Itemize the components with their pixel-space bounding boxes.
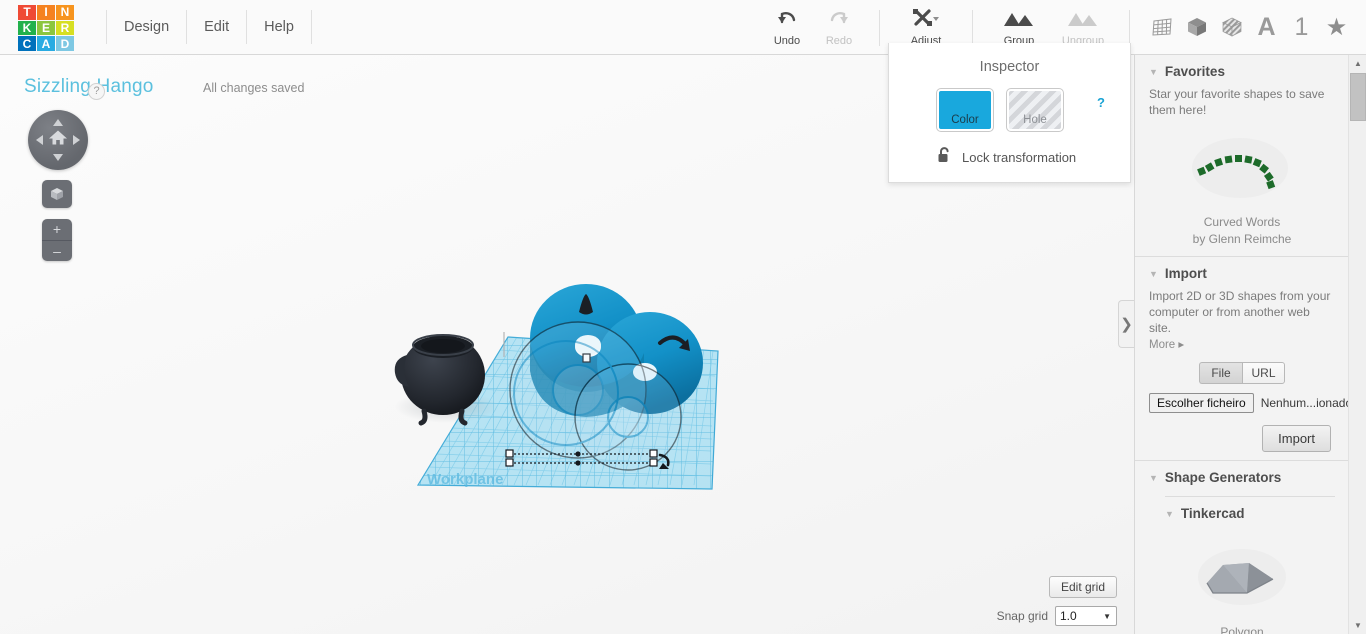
polygon-icon [1198, 549, 1286, 605]
selection-handle[interactable] [505, 458, 514, 467]
caret-down-icon: ▼ [1149, 268, 1158, 279]
import-tab-url[interactable]: URL [1242, 362, 1285, 384]
lock-transformation-row[interactable]: Lock transformation [889, 146, 1130, 169]
favorites-item-name: Curved Words [1203, 215, 1281, 229]
shape-generator-caption: Polygon by Tinkercad - Pe... [1135, 624, 1349, 634]
logo-cell: D [56, 36, 74, 51]
logo-cell: E [37, 20, 55, 36]
scroll-down-arrow-icon[interactable]: ▼ [1349, 617, 1366, 634]
workplane-grid-icon[interactable] [1144, 7, 1179, 47]
group-icon [1002, 7, 1036, 31]
padlock-open-icon [937, 146, 952, 169]
import-tab-file[interactable]: File [1199, 362, 1242, 384]
adjust-icon [912, 7, 940, 31]
curved-words-icon [1192, 138, 1288, 198]
favorites-description: Star your favorite shapes to save them h… [1149, 87, 1325, 117]
shape-generators-title: Shape Generators [1164, 470, 1282, 485]
import-button[interactable]: Import [1262, 425, 1331, 452]
lock-transformation-label: Lock transformation [962, 150, 1077, 165]
scroll-up-arrow-icon[interactable]: ▲ [1349, 55, 1366, 72]
inspector-help-icon[interactable]: ? [1097, 95, 1105, 110]
solid-cube-icon[interactable] [1179, 7, 1214, 47]
sidebar-content: ▼ Favorites Star your favorite shapes to… [1135, 55, 1353, 634]
menu-item-design[interactable]: Design [106, 10, 188, 44]
choose-file-button[interactable]: Escolher ficheiro [1149, 393, 1254, 413]
inspector-panel: Inspector Color Hole ? Lock transformati… [888, 43, 1131, 183]
toolbar-separator [879, 9, 880, 46]
selection-handle[interactable] [505, 449, 514, 458]
hole-swatch-button[interactable]: Hole [1006, 88, 1064, 132]
menu-item-help[interactable]: Help [247, 10, 312, 44]
undo-button[interactable]: Undo [761, 0, 813, 55]
menu-item-edit[interactable]: Edit [187, 10, 248, 44]
favorites-item-caption: Curved Words by Glenn Reimche [1135, 214, 1349, 248]
caret-down-icon: ▼ [1149, 472, 1158, 483]
sidebar-scrollbar[interactable]: ▲ ▼ [1348, 55, 1366, 634]
main-menu: Design Edit Help [106, 10, 312, 44]
tinkercad-app: T I N K E R C A D Design Edit Help Undo … [0, 0, 1366, 634]
inspector-swatch-row: Color Hole ? [889, 88, 1130, 132]
shape-generator-item-name: Polygon [1220, 625, 1264, 634]
import-description: Import 2D or 3D shapes from your compute… [1149, 289, 1331, 335]
snap-grid-control: Snap grid 1.0 ▼ [997, 606, 1117, 626]
favorites-title: Favorites [1164, 64, 1225, 79]
logo-cell: N [56, 5, 74, 20]
color-swatch-label: Color [951, 114, 979, 126]
snap-grid-value: 1.0 [1060, 609, 1077, 623]
shape-generator-thumbnail[interactable] [1135, 528, 1349, 624]
logo-cell: K [18, 20, 36, 36]
chevron-down-icon: ▼ [1103, 611, 1111, 621]
logo-cell: I [37, 5, 55, 20]
color-swatch-button[interactable]: Color [936, 88, 994, 132]
logo-cell: T [18, 5, 36, 20]
edit-grid-button[interactable]: Edit grid [1048, 576, 1117, 598]
shape-generators-subgroup: Tinkercad [1180, 506, 1245, 521]
favorites-star-icon[interactable]: ★ [1319, 7, 1354, 47]
logo-cell: C [18, 36, 36, 51]
inspector-title: Inspector [979, 59, 1040, 75]
scrollbar-thumb[interactable] [1350, 73, 1366, 121]
hole-swatch-label: Hole [1023, 114, 1047, 126]
favorites-thumbnail[interactable] [1135, 118, 1349, 214]
section-header-import[interactable]: ▼ Import [1135, 257, 1349, 288]
tinkercad-logo[interactable]: T I N K E R C A D [18, 5, 74, 51]
import-more-link[interactable]: More ▸ [1135, 336, 1349, 351]
panel-collapse-toggle[interactable]: ❯ [1118, 300, 1134, 348]
snap-grid-select[interactable]: 1.0 ▼ [1055, 606, 1117, 626]
favorites-item-author: by Glenn Reimche [1192, 232, 1292, 246]
number-one-icon[interactable]: 1 [1284, 7, 1319, 47]
text-a-icon[interactable]: A [1249, 7, 1284, 47]
top-bar: T I N K E R C A D Design Edit Help Undo … [0, 0, 1366, 55]
redo-button[interactable]: Redo [813, 0, 865, 55]
redo-label: Redo [825, 35, 853, 47]
toolbar-separator [1129, 9, 1130, 46]
logo-cell: A [37, 36, 55, 51]
selection-handle[interactable] [649, 458, 658, 467]
import-source-tabs: File URL [1135, 362, 1349, 384]
logo-cell: R [56, 20, 74, 36]
shape-category-iconbar: A 1 ★ [1144, 0, 1366, 55]
section-header-shape-generators[interactable]: ▼ Shape Generators [1135, 461, 1349, 492]
import-title: Import [1164, 266, 1207, 281]
section-header-favorites[interactable]: ▼ Favorites [1135, 55, 1349, 86]
redo-icon [828, 7, 850, 31]
selection-handle[interactable] [649, 449, 658, 458]
subsection-header-tinkercad[interactable]: ▼ Tinkercad [1135, 497, 1349, 528]
toolbar-separator [972, 9, 973, 46]
file-picker-row: Escolher ficheiro Nenhum...ionado [1135, 393, 1353, 413]
workplane-label: Workplane [427, 471, 503, 488]
shapes-sidebar: ▼ Favorites Star your favorite shapes to… [1134, 55, 1366, 634]
undo-icon [776, 7, 798, 31]
caret-down-icon: ▼ [1165, 508, 1174, 519]
undo-label: Undo [773, 35, 801, 47]
snap-grid-label: Snap grid [996, 609, 1048, 623]
import-button-row: Import [1135, 425, 1349, 452]
chosen-file-label: Nenhum...ionado [1260, 396, 1353, 410]
caret-down-icon: ▼ [1149, 66, 1158, 77]
hole-cube-icon[interactable] [1214, 7, 1249, 47]
ungroup-icon [1066, 7, 1100, 31]
